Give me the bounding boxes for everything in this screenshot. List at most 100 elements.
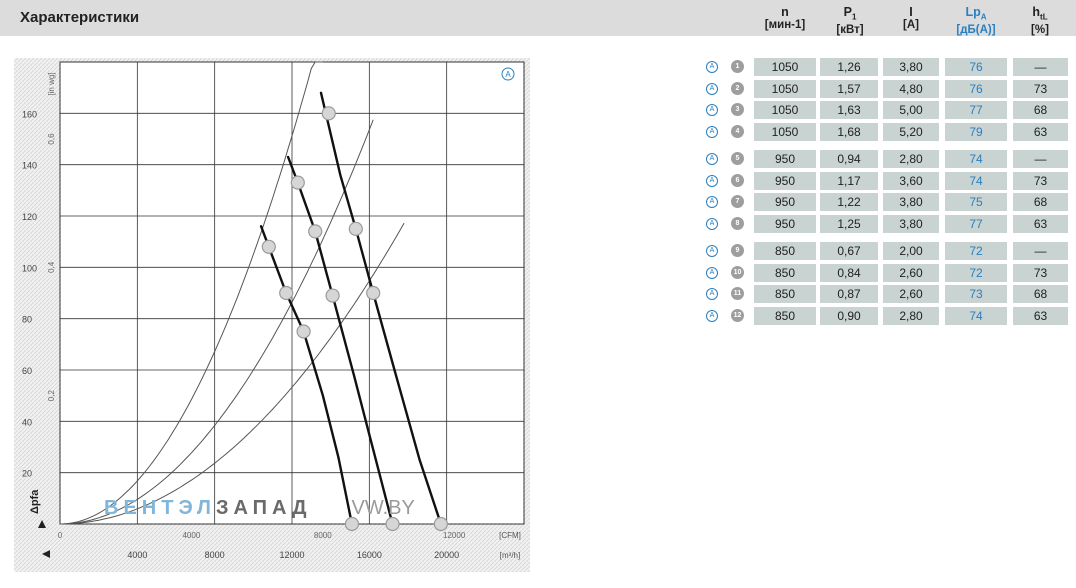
cell-i: 2,80 bbox=[883, 150, 939, 168]
y-alt-unit: [in wg] bbox=[47, 72, 56, 95]
x-unit-label: [m³/h] bbox=[500, 551, 520, 560]
cell-h: 68 bbox=[1013, 285, 1068, 303]
cell-i: 3,80 bbox=[883, 58, 939, 76]
column-header-0: n [мин-1] bbox=[751, 6, 819, 32]
watermark-part-3: VW.BY bbox=[351, 497, 414, 519]
cell-n: 1050 bbox=[754, 122, 816, 141]
badge-a-icon: A bbox=[706, 125, 718, 138]
row-number-badge: 8 bbox=[731, 216, 744, 230]
row-number-badge: 12 bbox=[731, 308, 744, 322]
cell-i: 2,60 bbox=[883, 263, 939, 282]
column-header-3: LpA [дБ(A)] bbox=[942, 6, 1010, 37]
column-unit: [A] bbox=[903, 19, 919, 31]
watermark-text: ВЕНТЭЛЗАПАД VW.BY bbox=[104, 497, 415, 519]
column-unit: [кВт] bbox=[836, 23, 864, 36]
x-tick-label: 4000 bbox=[127, 550, 147, 560]
column-symbol-subscript: A bbox=[980, 12, 987, 22]
y-alt-tick-label: 0,4 bbox=[47, 261, 56, 273]
cell-i: 2,80 bbox=[883, 306, 939, 325]
y-tick-label: 40 bbox=[22, 417, 32, 427]
cell-p1: 1,22 bbox=[820, 193, 878, 211]
cell-i: 5,00 bbox=[883, 101, 939, 119]
column-unit: [мин-1] bbox=[764, 19, 806, 31]
cell-lpa: 74 bbox=[945, 306, 1007, 325]
y-tick-label: 120 bbox=[22, 212, 37, 222]
row-number-badge: 1 bbox=[731, 60, 744, 73]
operating-point-marker bbox=[344, 516, 360, 532]
y-tick-label: 100 bbox=[22, 263, 37, 273]
badge-a-icon: A bbox=[706, 153, 718, 165]
operating-point-marker bbox=[325, 288, 340, 303]
cell-p1: 1,25 bbox=[820, 214, 878, 233]
cell-lpa: 76 bbox=[945, 79, 1007, 98]
cell-i: 2,60 bbox=[883, 285, 939, 303]
badge-a-icon: A bbox=[706, 82, 718, 95]
cell-n: 1050 bbox=[754, 79, 816, 98]
cell-p1: 1,68 bbox=[820, 122, 878, 141]
column-symbol: LpA bbox=[965, 5, 987, 22]
page-title: Характеристики bbox=[20, 9, 140, 26]
table-row: A 1 1050 1,26 3,80 76 — bbox=[700, 58, 1070, 76]
column-unit: [%] bbox=[1031, 23, 1049, 36]
cell-lpa: 77 bbox=[945, 101, 1007, 119]
x-tick-label: 16000 bbox=[357, 550, 382, 560]
cell-h: 63 bbox=[1013, 306, 1068, 325]
cell-lpa: 79 bbox=[945, 122, 1007, 141]
y-tick-label: 80 bbox=[22, 315, 32, 325]
cell-n: 950 bbox=[754, 171, 816, 190]
table-row: A 12 850 0,90 2,80 74 63 bbox=[700, 306, 1070, 325]
operating-point-marker bbox=[366, 285, 381, 301]
operating-point-marker bbox=[348, 221, 363, 236]
operating-point-marker bbox=[296, 324, 311, 339]
cell-p1: 1,17 bbox=[820, 171, 878, 190]
x-alt-tick-label: 8000 bbox=[314, 531, 332, 540]
cell-h: 63 bbox=[1013, 214, 1068, 233]
column-unit: [дБ(A)] bbox=[956, 23, 996, 36]
cell-h: 68 bbox=[1013, 101, 1068, 119]
table-row: A 9 850 0,67 2,00 72 — bbox=[700, 242, 1070, 260]
table-row: A 4 1050 1,68 5,20 79 63 bbox=[700, 122, 1070, 141]
x-tick-label: 8000 bbox=[205, 550, 225, 560]
y-tick-label: 160 bbox=[22, 109, 37, 119]
cell-n: 850 bbox=[754, 263, 816, 282]
y-axis-label: Δpfa bbox=[29, 489, 41, 514]
cell-i: 3,80 bbox=[883, 214, 939, 233]
cell-lpa: 72 bbox=[945, 242, 1007, 260]
row-number-badge: 4 bbox=[731, 124, 744, 138]
cell-lpa: 73 bbox=[945, 285, 1007, 303]
operating-point-marker bbox=[290, 175, 305, 190]
cell-p1: 0,90 bbox=[820, 306, 878, 325]
cell-lpa: 76 bbox=[945, 58, 1007, 76]
y-tick-label: 60 bbox=[22, 366, 32, 376]
column-symbol-subscript: tL bbox=[1040, 12, 1048, 22]
badge-a-icon: A bbox=[706, 61, 718, 73]
row-number-badge: 3 bbox=[731, 103, 744, 116]
operating-point-marker bbox=[279, 285, 294, 301]
cell-n: 1050 bbox=[754, 101, 816, 119]
row-number-badge: 9 bbox=[731, 244, 744, 257]
column-symbol: htL bbox=[1032, 5, 1048, 22]
operating-point-marker bbox=[261, 239, 276, 254]
table-row: A 7 950 1,22 3,80 75 68 bbox=[700, 193, 1070, 211]
x-alt-tick-label: 12000 bbox=[443, 531, 466, 540]
cell-h: 68 bbox=[1013, 193, 1068, 211]
row-number-badge: 10 bbox=[731, 265, 744, 279]
row-number-badge: 2 bbox=[731, 81, 744, 95]
cell-lpa: 74 bbox=[945, 150, 1007, 168]
row-number-badge: 7 bbox=[731, 195, 744, 208]
cell-i: 4,80 bbox=[883, 79, 939, 98]
column-symbol: n bbox=[781, 5, 789, 19]
operating-point-marker bbox=[433, 516, 448, 532]
cell-p1: 1,26 bbox=[820, 58, 878, 76]
cell-lpa: 74 bbox=[945, 171, 1007, 190]
cell-n: 850 bbox=[754, 285, 816, 303]
row-number-badge: 6 bbox=[731, 173, 744, 187]
fan-performance-chart: 20 40 60 80 100 120 140 160 0,2 0,4 0,6 [in wg] Δpfa… bbox=[14, 58, 530, 572]
badge-a-icon: A bbox=[706, 288, 718, 300]
cell-p1: 1,63 bbox=[820, 101, 878, 119]
operating-point-marker bbox=[321, 106, 336, 121]
table-row: A 2 1050 1,57 4,80 76 73 bbox=[700, 79, 1070, 98]
badge-a-icon: A bbox=[706, 174, 718, 187]
table-row: A 11 850 0,87 2,60 73 68 bbox=[700, 285, 1070, 303]
cell-n: 950 bbox=[754, 193, 816, 211]
